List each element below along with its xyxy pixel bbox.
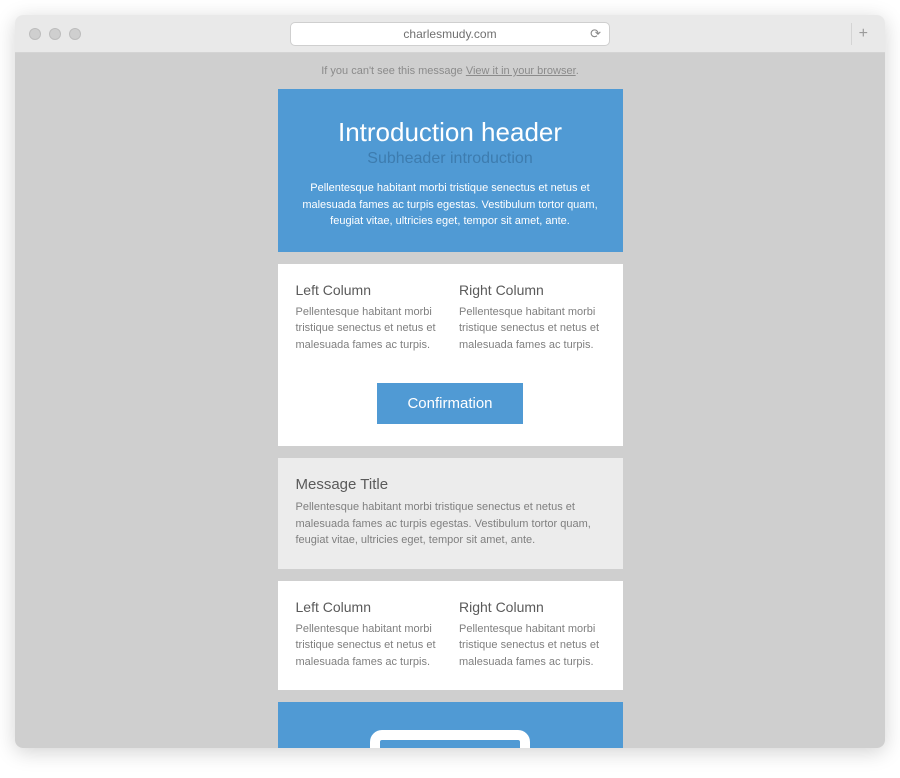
left-column-1-body: Pellentesque habitant morbi tristique se…: [296, 304, 442, 354]
two-column-section-1: Left Column Pellentesque habitant morbi …: [278, 264, 623, 374]
message-body: Pellentesque habitant morbi tristique se…: [296, 499, 605, 549]
hero-subtitle: Subheader introduction: [300, 150, 601, 168]
preheader-prefix: If you can't see this message: [321, 65, 466, 77]
close-icon[interactable]: [29, 28, 41, 40]
message-title: Message Title: [296, 476, 605, 493]
preheader: If you can't see this message View it in…: [321, 65, 579, 77]
browser-window: charlesmudy.com ⟳ + If you can't see thi…: [15, 15, 885, 748]
maximize-icon[interactable]: [69, 28, 81, 40]
hero-title: Introduction header: [300, 117, 601, 148]
bottom-visual: [278, 702, 623, 748]
traffic-lights: [29, 28, 81, 40]
view-in-browser-link[interactable]: View it in your browser: [466, 65, 576, 77]
right-column-2-title: Right Column: [459, 599, 605, 615]
right-column-1-title: Right Column: [459, 282, 605, 298]
preheader-suffix: .: [576, 65, 579, 77]
titlebar: charlesmudy.com ⟳ +: [15, 15, 885, 53]
new-tab-button[interactable]: +: [851, 23, 875, 45]
left-column-1: Left Column Pellentesque habitant morbi …: [296, 282, 442, 354]
right-column-1-body: Pellentesque habitant morbi tristique se…: [459, 304, 605, 354]
viewport: If you can't see this message View it in…: [15, 53, 885, 748]
right-column-1: Right Column Pellentesque habitant morbi…: [459, 282, 605, 354]
left-column-1-title: Left Column: [296, 282, 442, 298]
hero-section: Introduction header Subheader introducti…: [278, 89, 623, 252]
minimize-icon[interactable]: [49, 28, 61, 40]
refresh-icon[interactable]: ⟳: [590, 27, 601, 40]
right-column-2-body: Pellentesque habitant morbi tristique se…: [459, 621, 605, 671]
email-body: Introduction header Subheader introducti…: [278, 89, 623, 748]
left-column-2: Left Column Pellentesque habitant morbi …: [296, 599, 442, 671]
left-column-2-body: Pellentesque habitant morbi tristique se…: [296, 621, 442, 671]
two-column-section-2: Left Column Pellentesque habitant morbi …: [278, 581, 623, 691]
message-section: Message Title Pellentesque habitant morb…: [278, 458, 623, 569]
hero-body: Pellentesque habitant morbi tristique se…: [300, 180, 601, 230]
cta-wrap: Confirmation: [278, 373, 623, 446]
url-bar[interactable]: charlesmudy.com ⟳: [290, 22, 610, 46]
confirmation-button[interactable]: Confirmation: [377, 383, 522, 424]
device-icon: [370, 730, 530, 748]
left-column-2-title: Left Column: [296, 599, 442, 615]
url-text: charlesmudy.com: [403, 27, 496, 41]
right-column-2: Right Column Pellentesque habitant morbi…: [459, 599, 605, 671]
